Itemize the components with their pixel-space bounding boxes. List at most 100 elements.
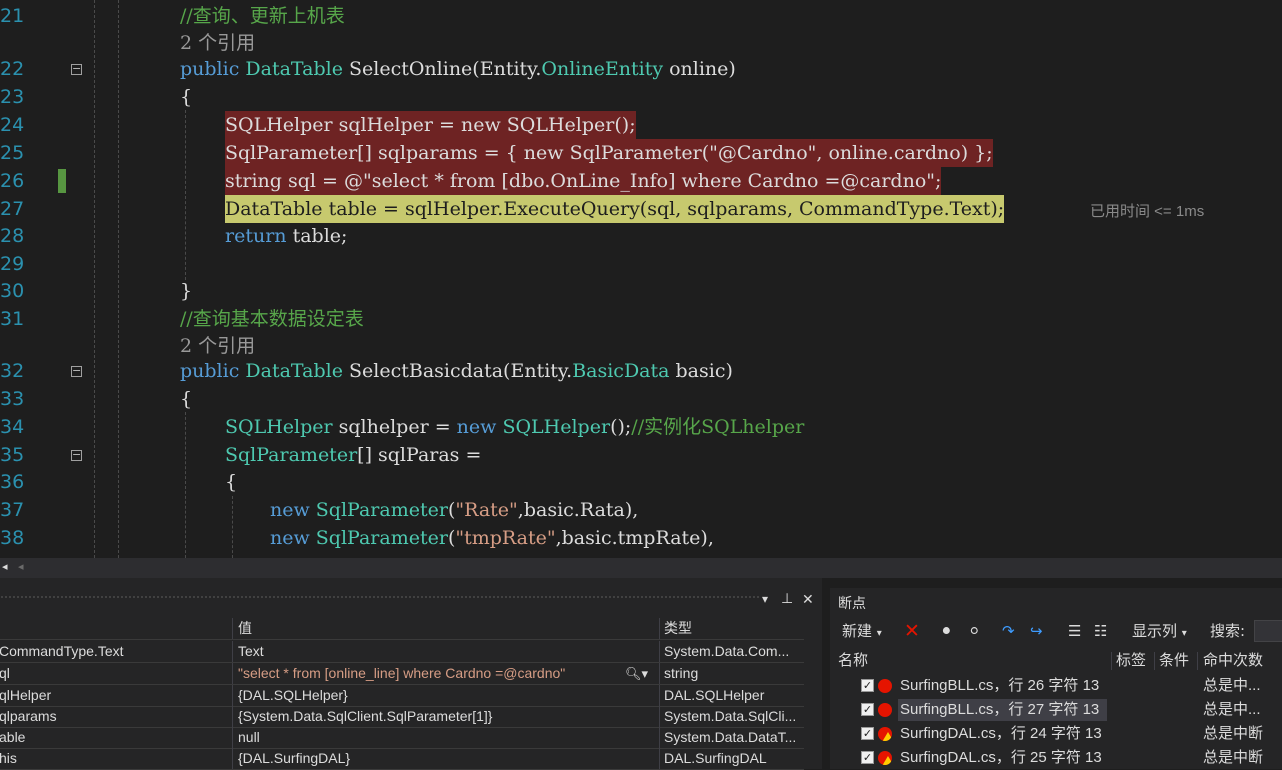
current-statement: DataTable table = sqlHelper.ExecuteQuery… [225, 195, 1005, 223]
line-number: 37 [0, 499, 25, 521]
table-row[interactable]: qlparams {System.Data.SqlClient.SqlParam… [0, 706, 804, 728]
return-statement: return table; [225, 225, 348, 247]
column-separator [659, 748, 660, 769]
code-line: 37 new SqlParameter("Rate",basic.Rata), [0, 496, 1282, 524]
toggle-all-icon[interactable]: ⚪︎ [968, 618, 981, 644]
variable-name: his [0, 750, 17, 766]
line-number: 26 [0, 170, 25, 192]
code-line: 28 return table; [0, 222, 1282, 250]
column-header-type[interactable]: 类型 [662, 618, 804, 639]
locals-panel: ▾ ⊥ ✕ 值 类型 CommandType.Text Text System.… [0, 578, 822, 770]
variable-name: able [0, 729, 26, 745]
line-number: 34 [0, 416, 25, 438]
code-editor[interactable]: 21 //查询、更新上机表 2 个引用 22 − public DataTabl… [0, 0, 1282, 558]
column-header-row: 名称 标签 条件 命中次数 [830, 650, 1282, 672]
variable-value: {DAL.SQLHelper} [238, 687, 348, 703]
code-line: 32 − public DataTable SelectBasicdata(En… [0, 357, 1282, 385]
table-row[interactable]: able null System.Data.DataT... [0, 727, 804, 749]
goto-source-icon[interactable]: ☰ [1068, 618, 1081, 644]
collapse-toggle[interactable]: − [71, 63, 82, 75]
variable-type: System.Data.SqlCli... [664, 708, 797, 724]
code-line: 24 SQLHelper sqlHelper = new SQLHelper()… [0, 111, 1282, 139]
reference-count[interactable]: 2 个引用 [180, 30, 255, 56]
column-separator [659, 706, 660, 727]
pin-icon[interactable]: ⊥ [781, 591, 793, 607]
variable-type: string [664, 665, 699, 681]
enabled-checkbox[interactable]: ✓ [861, 703, 874, 716]
code-line: 26 string sql = @"select * from [dbo.OnL… [0, 167, 1282, 195]
change-marker [58, 169, 66, 193]
code-line: 31 //查询基本数据设定表 [0, 305, 1282, 333]
search-label: 搜索: [1210, 622, 1246, 640]
line-number: 21 [0, 5, 25, 27]
table-row[interactable]: his {DAL.SurfingDAL} DAL.SurfingDAL [0, 748, 804, 770]
reference-count[interactable]: 2 个引用 [180, 333, 255, 359]
breakpoint-line: SQLHelper sqlHelper = new SQLHelper(); [225, 111, 636, 139]
breakpoint-location: SurfingDAL.cs，行 24 字符 13 [900, 725, 1102, 742]
column-separator [232, 685, 233, 706]
column-separator [659, 727, 660, 748]
enabled-checkbox[interactable]: ✓ [861, 751, 874, 764]
line-number: 28 [0, 225, 25, 247]
line-number: 36 [0, 471, 25, 493]
scroll-left-icon[interactable]: ◂ [18, 560, 24, 573]
breakpoints-panel: 断点 新建 ▾ ✕ ⚫︎ ⚪︎ ↷ ↪ ☰ ☷ 显示列 ▾ 搜索: 名称 标签 … [830, 588, 1282, 769]
column-header-name[interactable]: 名称 [838, 650, 868, 672]
import-icon[interactable]: ↷ [1002, 618, 1015, 644]
column-header-value[interactable]: 值 [236, 618, 658, 639]
collapse-toggle[interactable]: − [71, 365, 82, 377]
table-row[interactable]: CommandType.Text Text System.Data.Com... [0, 641, 804, 663]
statement: new SqlParameter("tmpRate",basic.tmpRate… [270, 527, 714, 549]
collapse-toggle[interactable]: − [71, 449, 82, 461]
close-icon[interactable]: ✕ [802, 592, 814, 608]
code-line: 22 − public DataTable SelectOnline(Entit… [0, 55, 1282, 83]
variable-name: CommandType.Text [0, 643, 124, 659]
line-number: 33 [0, 388, 25, 410]
method-signature: public DataTable SelectBasicdata(Entity.… [180, 360, 733, 382]
column-separator[interactable] [232, 618, 233, 639]
table-row[interactable]: ql "select * from [online_line] where Ca… [0, 663, 804, 685]
magnifier-icon[interactable]: 🔍︎▾ [625, 664, 648, 685]
export-icon[interactable]: ↪ [1030, 618, 1043, 644]
method-signature: public DataTable SelectOnline(Entity.Onl… [180, 58, 736, 80]
breakpoint-row[interactable]: ✓ SurfingDAL.cs，行 25 字符 13 总是中断 [830, 746, 1282, 770]
code-line: 33 { [0, 385, 1282, 413]
breakpoint-row[interactable]: ✓ SurfingBLL.cs，行 27 字符 13 总是中... [830, 698, 1282, 722]
breakpoint-line: string sql = @"select * from [dbo.OnLine… [225, 167, 942, 195]
scroll-left-icon[interactable]: ◂ [2, 560, 8, 573]
column-header-row: 值 类型 [0, 618, 804, 640]
new-button[interactable]: 新建 ▾ [842, 618, 882, 644]
code-line: 35 − SqlParameter[] sqlParas = [0, 441, 1282, 469]
enabled-checkbox[interactable]: ✓ [861, 679, 874, 692]
variable-value: "select * from [online_line] where Cardn… [238, 665, 566, 681]
variable-value: null [238, 729, 260, 745]
line-number: 22 [0, 58, 25, 80]
line-number: 23 [0, 86, 25, 108]
code-line: 38 new SqlParameter("tmpRate",basic.tmpR… [0, 524, 1282, 552]
enabled-checkbox[interactable]: ✓ [861, 727, 874, 740]
variable-type: DAL.SQLHelper [664, 687, 765, 703]
column-header-condition[interactable]: 条件 [1159, 650, 1189, 672]
statement: SqlParameter[] sqlParas = [225, 444, 482, 466]
search-input[interactable] [1254, 620, 1282, 642]
delete-icon[interactable]: ✕ [904, 618, 920, 644]
panel-title: 断点 [838, 595, 866, 611]
variable-name: ql [0, 665, 10, 681]
dropdown-icon[interactable]: ▾ [762, 592, 768, 606]
column-header-hitcount[interactable]: 命中次数 [1203, 650, 1263, 672]
columns-button[interactable]: 显示列 ▾ [1132, 618, 1187, 644]
column-header-label[interactable]: 标签 [1116, 650, 1146, 672]
panel-grip[interactable] [0, 595, 760, 599]
line-number: 25 [0, 142, 25, 164]
column-separator[interactable] [659, 618, 660, 639]
comment: //查询、更新上机表 [180, 5, 345, 27]
breakpoint-row[interactable]: ✓ SurfingDAL.cs，行 24 字符 13 总是中断 [830, 722, 1282, 746]
goto-disassembly-icon[interactable]: ☷ [1094, 618, 1107, 644]
line-number: 29 [0, 253, 25, 275]
column-separator [232, 706, 233, 727]
table-row[interactable]: qlHelper {DAL.SQLHelper} DAL.SQLHelper [0, 685, 804, 707]
breakpoint-row[interactable]: ✓ SurfingBLL.cs，行 26 字符 13 总是中... [830, 674, 1282, 698]
horizontal-scrollbar[interactable]: ◂ ◂ [0, 558, 1282, 578]
column-separator [659, 663, 660, 684]
delete-all-icon[interactable]: ⚫︎ [940, 618, 953, 644]
